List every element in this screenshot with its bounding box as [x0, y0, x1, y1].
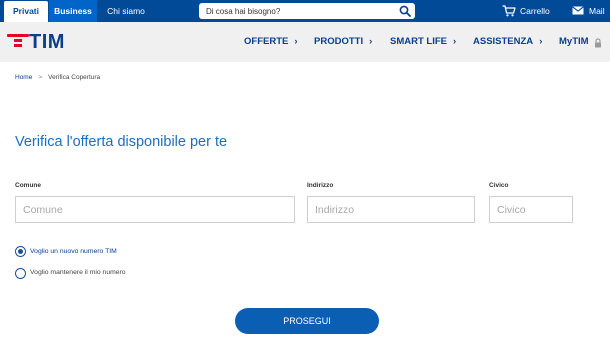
nav-assistenza-label: ASSISTENZA	[473, 36, 534, 47]
radio-keep-number-label[interactable]: Voglio mantenere il mio numero	[30, 269, 126, 276]
nav-mytim-label: MyTIM	[559, 36, 589, 47]
indirizzo-field[interactable]	[307, 196, 475, 223]
breadcrumb-current: Verifica Copertura	[48, 74, 101, 81]
radio-new-number-label[interactable]: Voglio un nuovo numero TIM	[30, 248, 117, 255]
search-input[interactable]	[199, 3, 389, 19]
chevron-right-icon: ›	[539, 36, 543, 47]
nav-prodotti-label: PRODOTTI	[314, 36, 364, 47]
civico-field[interactable]	[489, 196, 573, 223]
mail-icon	[572, 6, 584, 15]
mail-label: Mail	[589, 6, 605, 16]
cart-label: Carrello	[520, 6, 550, 16]
radio-keep-number[interactable]	[15, 268, 26, 279]
nav-smart-life-label: SMART LIFE	[390, 36, 447, 47]
nav-prodotti[interactable]: PRODOTTI ›	[314, 22, 372, 62]
prosegui-button[interactable]: PROSEGUI	[235, 308, 379, 334]
civico-label: Civico	[489, 182, 509, 189]
breadcrumb-home[interactable]: Home	[15, 74, 32, 81]
chevron-right-icon: ›	[369, 36, 373, 47]
page-title: Verifica l'offerta disponibile per te	[15, 134, 228, 150]
nav-assistenza[interactable]: ASSISTENZA ›	[473, 22, 542, 62]
tab-privati[interactable]: Privati	[4, 1, 48, 22]
nav-offerte-label: OFFERTE	[244, 36, 289, 47]
nav-mytim[interactable]: MyTIM	[559, 22, 589, 62]
breadcrumb: Home > Verifica Copertura	[15, 74, 100, 81]
radio-new-number[interactable]	[15, 246, 26, 257]
search-box	[199, 3, 415, 19]
tim-logo-mark	[7, 34, 29, 50]
breadcrumb-separator: >	[38, 74, 43, 81]
comune-field[interactable]	[15, 196, 295, 223]
tim-logo[interactable]: TIM	[5, 31, 73, 53]
main-nav: TIM OFFERTE › PRODOTTI › SMART LIFE › ASSIS…	[0, 22, 610, 62]
chevron-right-icon: ›	[294, 36, 298, 47]
chevron-right-icon: ›	[453, 36, 457, 47]
tab-chi-siamo[interactable]: Chi siamo	[100, 0, 152, 22]
tab-business[interactable]: Business	[49, 0, 97, 22]
nav-smart-life[interactable]: SMART LIFE ›	[390, 22, 456, 62]
comune-label: Comune	[15, 182, 41, 189]
search-icon[interactable]	[399, 5, 411, 17]
nav-offerte[interactable]: OFFERTE ›	[244, 22, 298, 62]
cart-icon	[502, 5, 516, 17]
indirizzo-label: Indirizzo	[307, 182, 334, 189]
top-bar: Privati Business Chi siamo Carrello Mail	[0, 0, 610, 22]
tim-logo-text: TIM	[29, 31, 65, 53]
lock-icon	[595, 38, 601, 48]
